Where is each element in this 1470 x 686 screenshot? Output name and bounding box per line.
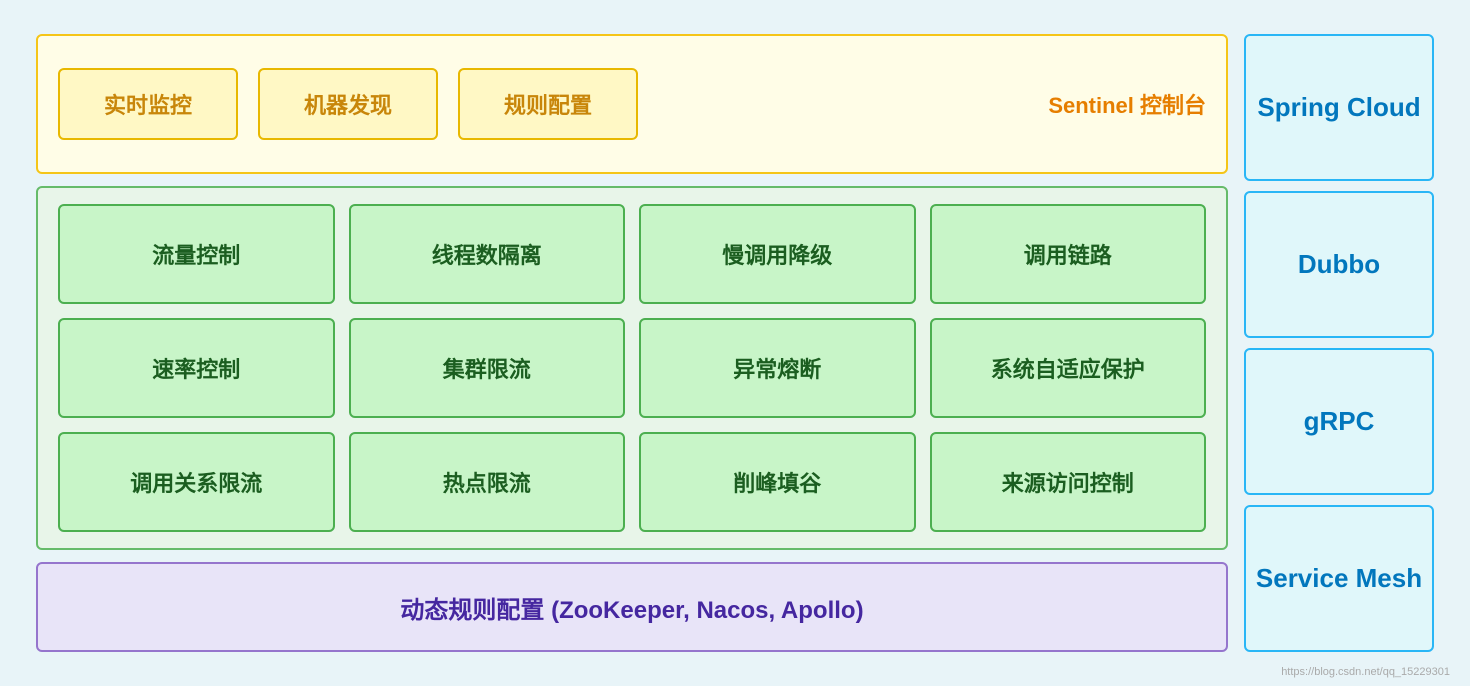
feature-call-chain: 调用链路 [930,204,1207,304]
feature-cluster-limit: 集群限流 [349,318,626,418]
features-section: 流量控制 线程数隔离 慢调用降级 调用链路 速率控制 集群限流 [36,186,1228,550]
feature-peak-shaving: 削峰填谷 [639,432,916,532]
dynamic-rules-text: 动态规则配置 (ZooKeeper, Nacos, Apollo) [400,590,863,625]
sentinel-box-rules: 规则配置 [458,68,638,140]
right-box-service-mesh: Service Mesh [1244,505,1434,652]
watermark: https://blog.csdn.net/qq_15229301 [1281,666,1450,678]
feature-rate-control: 速率控制 [58,318,335,418]
feature-source-access: 来源访问控制 [930,432,1207,532]
feature-thread-isolation: 线程数隔离 [349,204,626,304]
sentinel-box-machine: 机器发现 [258,68,438,140]
dynamic-section: 动态规则配置 (ZooKeeper, Nacos, Apollo) [36,562,1228,652]
features-grid: 流量控制 线程数隔离 慢调用降级 调用链路 速率控制 集群限流 [58,204,1206,532]
sentinel-section: 实时监控 机器发现 规则配置 Sentinel 控制台 [36,34,1228,174]
sentinel-boxes: 实时监控 机器发现 规则配置 [58,68,1028,140]
right-box-spring-cloud: Spring Cloud [1244,34,1434,181]
feature-flow-control: 流量控制 [58,204,335,304]
sentinel-box-realtime: 实时监控 [58,68,238,140]
sentinel-label: Sentinel 控制台 [1048,88,1206,120]
feature-system-adaptive: 系统自适应保护 [930,318,1207,418]
right-panel: Spring Cloud Dubbo gRPC Service Mesh [1244,34,1434,652]
feature-relation-limit: 调用关系限流 [58,432,335,532]
feature-slow-call-degradation: 慢调用降级 [639,204,916,304]
feature-exception-circuit: 异常熔断 [639,318,916,418]
main-container: 实时监控 机器发现 规则配置 Sentinel 控制台 流量控制 [20,18,1450,668]
right-box-dubbo: Dubbo [1244,191,1434,338]
right-box-grpc: gRPC [1244,348,1434,495]
feature-hotspot-limit: 热点限流 [349,432,626,532]
left-panel: 实时监控 机器发现 规则配置 Sentinel 控制台 流量控制 [36,34,1228,652]
